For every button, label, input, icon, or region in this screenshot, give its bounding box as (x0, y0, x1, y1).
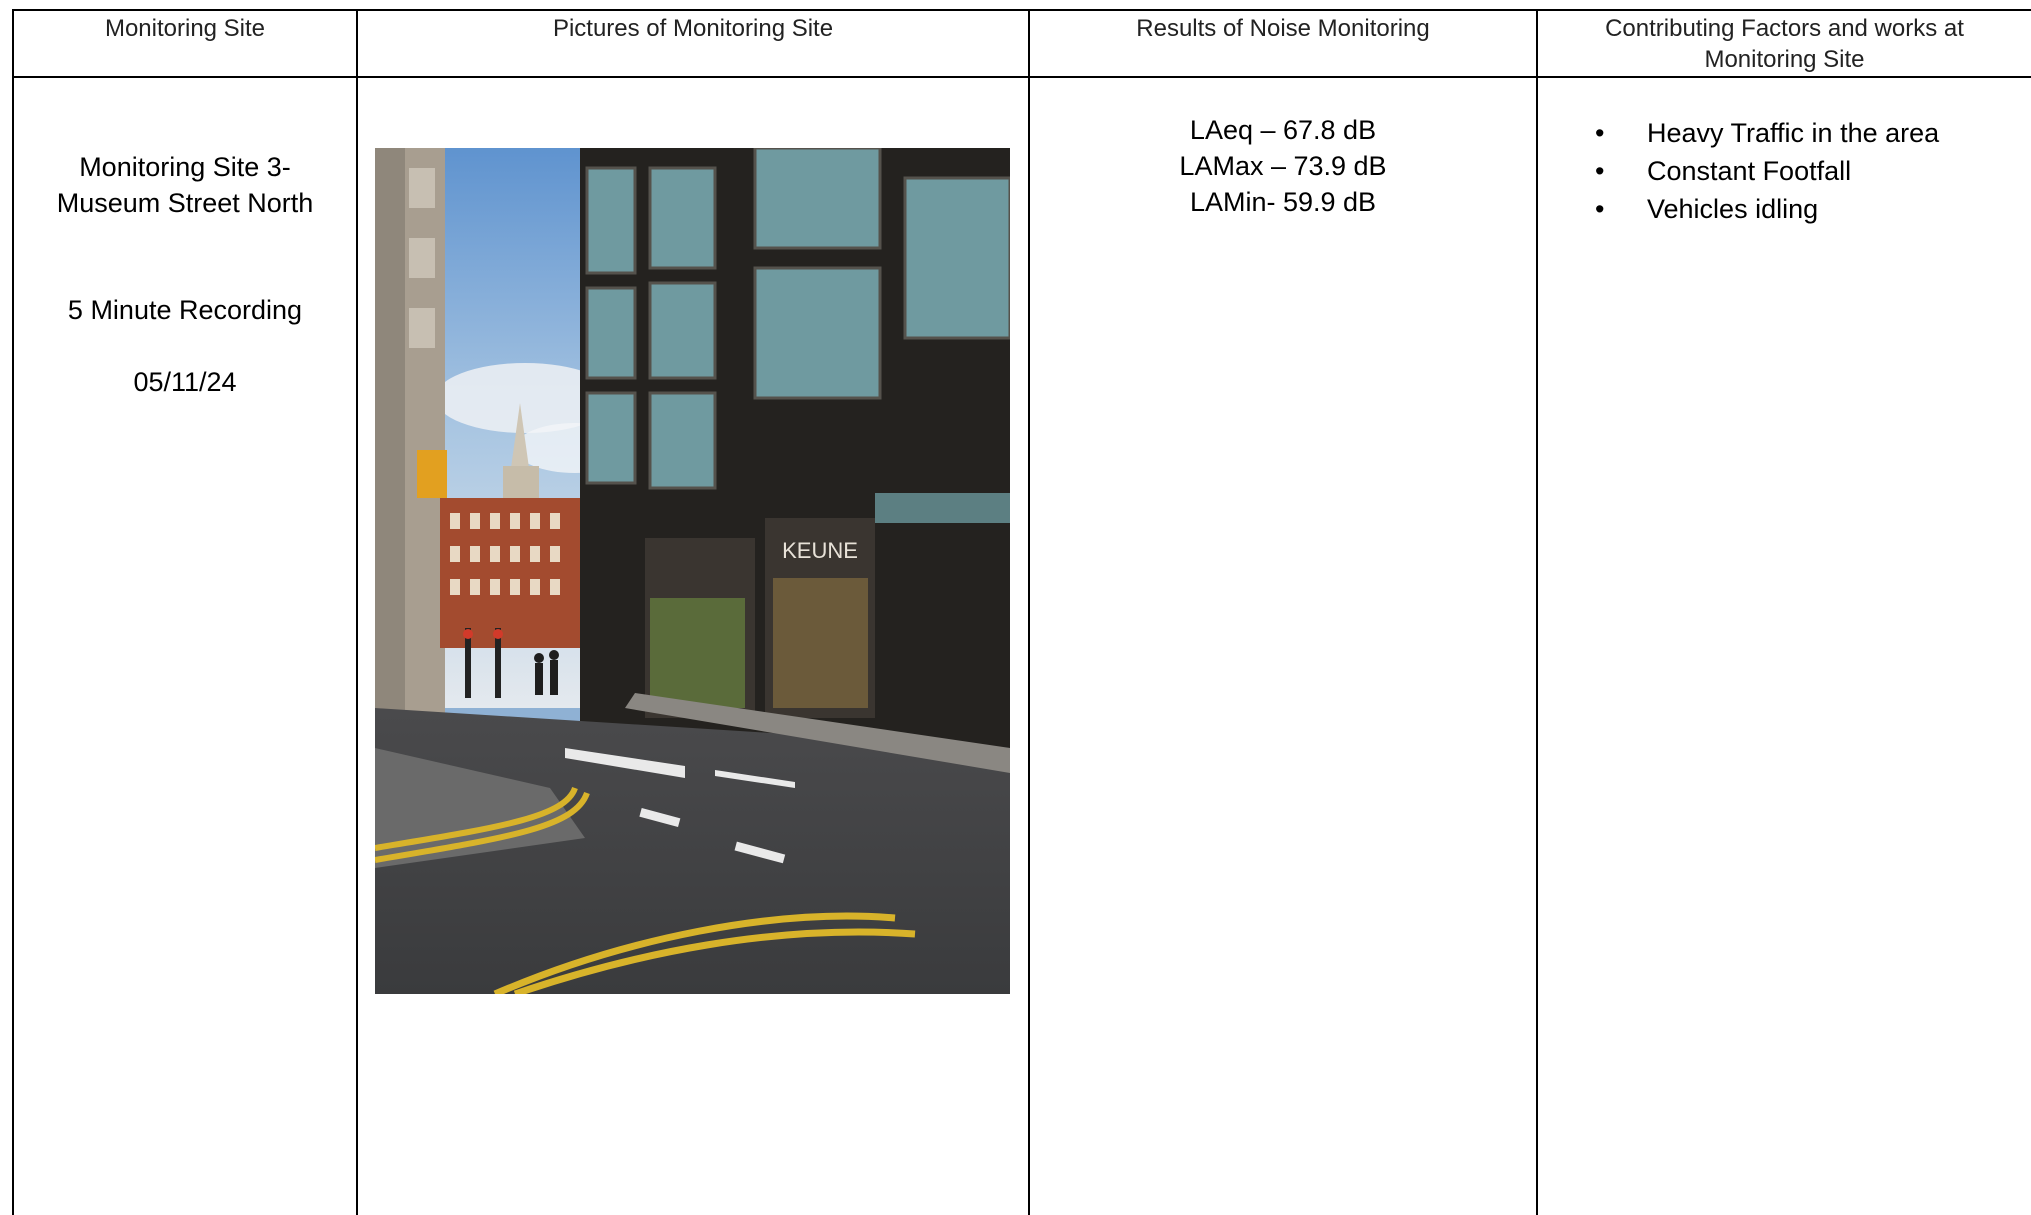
list-item: • Constant Footfall (1595, 152, 1939, 190)
shop-sign (417, 450, 447, 498)
factor-vehicles: Vehicles idling (1647, 194, 1819, 224)
result-lamin: LAMin- 59.9 dB (1189, 187, 1377, 217)
bullet-icon: • (1595, 118, 1605, 148)
factor-footfall: Constant Footfall (1647, 156, 1852, 186)
header-results: Results of Noise Monitoring (1136, 15, 1430, 42)
street-photo-illustration: KEUNE (375, 148, 1010, 994)
site-name-line2: Museum Street North (56, 188, 314, 218)
factor-traffic: Heavy Traffic in the area (1647, 118, 1940, 148)
table-header-border (12, 76, 2031, 78)
contributing-factors-list: • Heavy Traffic in the area • Constant F… (1595, 114, 1939, 228)
site-photo: KEUNE (375, 148, 1010, 994)
bullet-icon: • (1595, 156, 1605, 186)
result-lamax: LAMax – 73.9 dB (1179, 151, 1387, 181)
list-item: • Vehicles idling (1595, 190, 1939, 228)
recording-date: 05/11/24 (133, 367, 237, 397)
header-contributing-factors: Contributing Factors and works at Monito… (1605, 15, 1964, 73)
bullet-icon: • (1595, 194, 1605, 224)
list-item: • Heavy Traffic in the area (1595, 114, 1939, 152)
column-divider-3 (1536, 9, 1538, 1215)
recording-duration: 5 Minute Recording (67, 295, 303, 325)
site-name-line1: Monitoring Site 3- (79, 152, 291, 182)
storefront-sign: KEUNE (782, 538, 858, 563)
result-laeq: LAeq – 67.8 dB (1189, 115, 1377, 145)
header-pictures: Pictures of Monitoring Site (552, 15, 834, 42)
site-name: Monitoring Site 3- Museum Street North (14, 149, 356, 221)
header-monitoring-site: Monitoring Site (104, 15, 266, 42)
noise-results: LAeq – 67.8 dB LAMax – 73.9 dB LAMin- 59… (1030, 112, 1536, 220)
column-divider-1 (356, 9, 358, 1215)
